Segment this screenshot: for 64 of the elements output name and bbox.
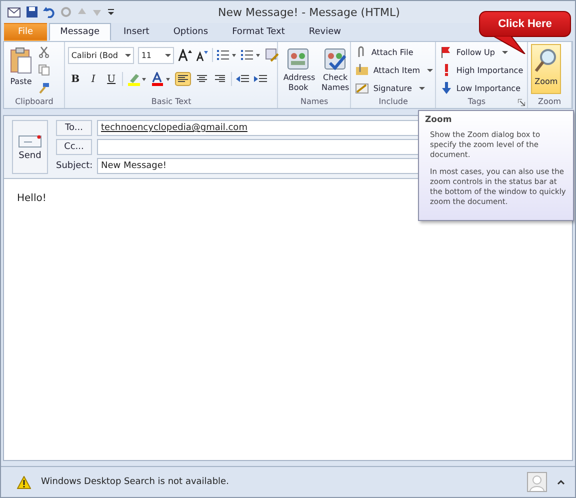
dialog-launcher-icon[interactable] — [518, 99, 526, 106]
highlight-icon[interactable] — [127, 72, 148, 86]
clipboard-icon — [9, 47, 33, 75]
group-label: Zoom — [537, 97, 562, 108]
format-painter-icon[interactable] — [38, 82, 50, 94]
copy-icon[interactable] — [38, 64, 50, 76]
ribbon-tab[interactable]: Insert — [112, 23, 160, 41]
flag-icon — [440, 46, 452, 58]
styles-icon[interactable] — [265, 48, 280, 62]
send-button[interactable]: Send — [12, 120, 48, 174]
cut-icon[interactable] — [38, 46, 50, 58]
increase-indent-icon[interactable] — [254, 73, 268, 85]
ribbon-tab[interactable]: Options — [162, 23, 220, 41]
align-right-icon[interactable] — [213, 73, 228, 85]
warning-icon — [17, 476, 31, 488]
font-color-icon[interactable] — [151, 72, 172, 86]
ribbon-tab[interactable]: Format Text — [221, 23, 296, 41]
low-importance-button[interactable]: Low Importance — [439, 80, 522, 96]
align-center-icon[interactable] — [195, 73, 210, 85]
font-size-dropdown[interactable]: 11 — [138, 46, 174, 64]
address-book-icon — [285, 47, 312, 71]
email-address[interactable]: technoencyclopedia@gmail.com — [101, 123, 248, 133]
high-importance-button[interactable]: High Importance — [439, 62, 524, 78]
to-button[interactable]: To... — [56, 120, 92, 136]
people-check-icon — [322, 47, 348, 71]
signature-icon — [355, 82, 370, 94]
subject-label: Subject: — [56, 161, 92, 171]
font-dropdown[interactable]: Calibri (Bod — [68, 46, 134, 64]
attach-file-button[interactable]: Attach File — [354, 44, 414, 60]
person-icon — [527, 472, 547, 492]
shrink-font-icon[interactable] — [196, 49, 208, 61]
group-label: Names — [299, 97, 330, 108]
down-arrow-icon — [440, 82, 452, 94]
bullets-icon[interactable] — [217, 49, 238, 61]
envelope-icon[interactable] — [7, 6, 21, 18]
follow-up-button[interactable]: Follow Up — [439, 44, 509, 60]
customize-icon[interactable] — [107, 7, 115, 17]
signature-button[interactable]: Signature — [354, 80, 426, 96]
align-left-icon[interactable] — [175, 72, 192, 86]
ribbon-tab[interactable]: Message — [49, 23, 111, 41]
body-text: Hello! — [17, 193, 46, 204]
expand-icon[interactable] — [557, 479, 565, 485]
zoom-button[interactable]: Zoom — [531, 44, 562, 94]
address-book-button[interactable]: Address Book — [281, 44, 316, 96]
cc-button[interactable]: Cc... — [56, 139, 92, 155]
attach-item-button[interactable]: Attach Item — [354, 62, 434, 78]
group-label: Tags — [466, 97, 487, 108]
italic-button[interactable]: I — [86, 74, 100, 84]
group-label: Clipboard — [14, 97, 54, 108]
undo-icon[interactable] — [43, 6, 55, 18]
envelope-icon — [18, 134, 42, 148]
numbering-icon[interactable] — [241, 49, 262, 61]
underline-button[interactable]: U — [104, 74, 118, 84]
bold-button[interactable]: B — [68, 74, 82, 84]
paste-button[interactable]: Paste — [7, 44, 35, 89]
ribbon-tab[interactable]: Review — [298, 23, 352, 41]
check-names-button[interactable]: Check Names — [318, 44, 352, 96]
save-icon[interactable] — [26, 6, 38, 18]
grow-font-icon[interactable] — [178, 49, 192, 61]
group-label: Basic Text — [150, 97, 192, 108]
status-message: Windows Desktop Search is not available. — [41, 477, 230, 487]
group-label: Include — [378, 97, 409, 108]
decrease-indent-icon[interactable] — [236, 73, 250, 85]
window-title: New Message! - Message (HTML) — [218, 6, 400, 18]
